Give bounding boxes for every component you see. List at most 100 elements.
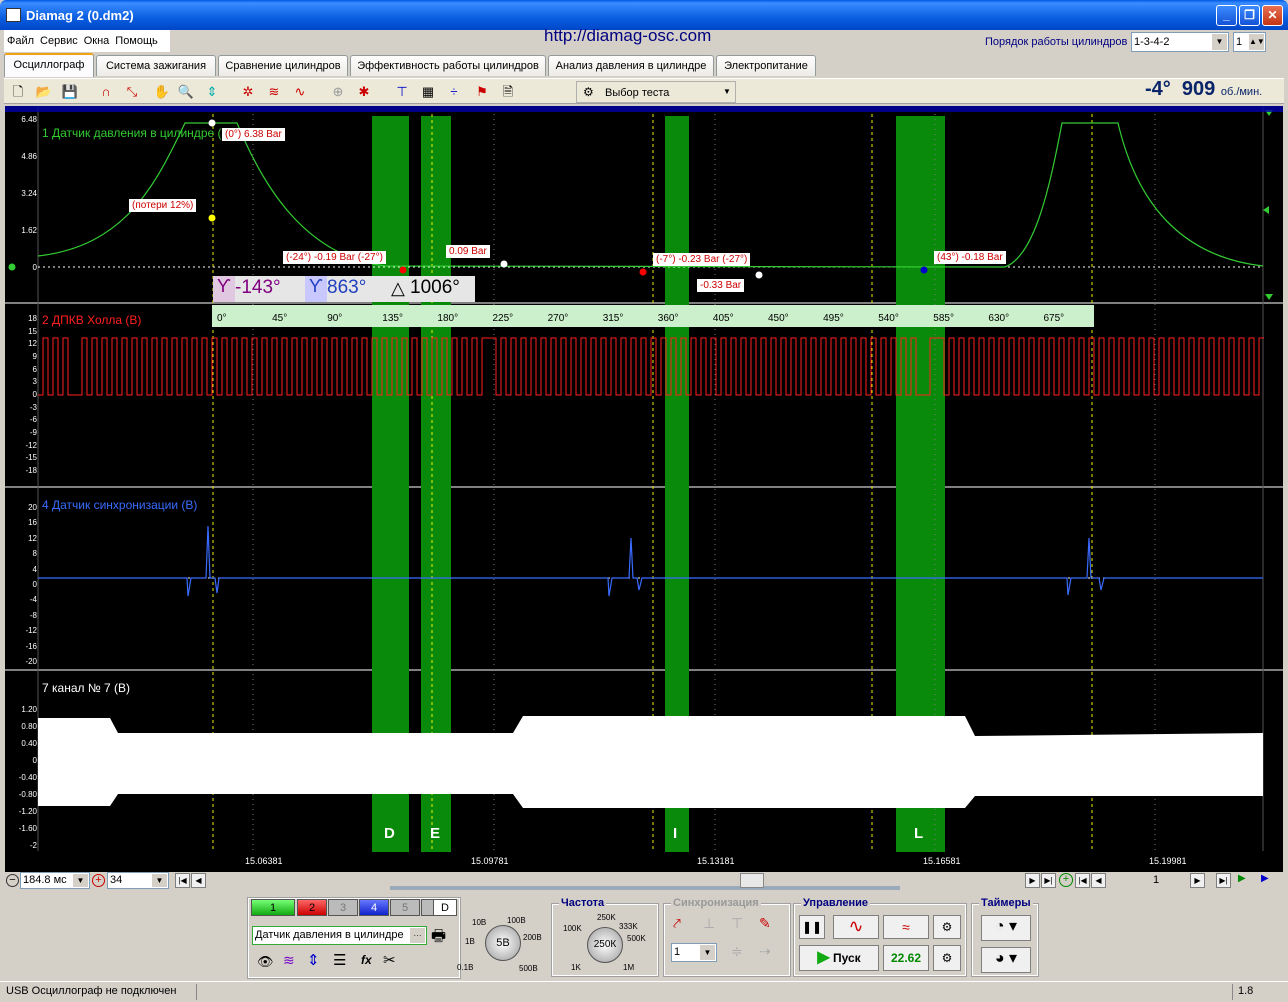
angle-tick-label: 720° — [1099, 313, 1120, 324]
add-page-icon[interactable]: + — [1059, 873, 1073, 887]
count-select[interactable]: 34 ▼ — [107, 872, 169, 889]
y-tick-label: -9 — [29, 428, 37, 437]
menu-windows[interactable]: Окна — [84, 35, 110, 47]
sync-step-up-icon[interactable]: ⊥ — [703, 915, 715, 932]
sync-level-icon[interactable]: ≑ — [731, 943, 743, 960]
tab-cylinder-compare[interactable]: Сравнение цилиндров — [218, 55, 348, 76]
oscilloscope-view[interactable]: 0° 45° 90° 135° 180° 225° 270° 315° 360° 405° 450°… — [5, 106, 1283, 872]
scroll-thumb[interactable] — [740, 873, 764, 888]
auto-icon[interactable]: ⊕ — [328, 82, 348, 102]
angle-value: -4° — [1145, 78, 1171, 100]
new-file-icon[interactable]: 🗋 — [8, 82, 28, 102]
prev-icon[interactable]: ◀ — [1091, 873, 1106, 888]
time-tick: 15.16581 — [923, 856, 961, 866]
timer-2-button[interactable]: ◕ ▾ — [981, 947, 1031, 973]
wave-icon[interactable]: ≋ — [264, 82, 284, 102]
first-page-icon[interactable]: |◀ — [1075, 873, 1090, 888]
sync-arrows-icon[interactable]: ⇢ — [759, 943, 771, 960]
channel-button-2[interactable]: 2 — [297, 899, 327, 916]
last-page-icon[interactable]: ▶| — [1041, 873, 1056, 888]
grid-icon[interactable]: ▦ — [418, 82, 438, 102]
vertical-scale-icon[interactable]: ⇕ — [307, 951, 320, 969]
channel-7-title[interactable]: 7 канал № 7 (В) — [42, 681, 130, 695]
scale-x-icon[interactable]: ✲ — [238, 82, 258, 102]
sine-wave-button[interactable]: ∿ — [833, 915, 879, 939]
voltage-tick: 500В — [519, 964, 538, 973]
sync-auto-icon[interactable]: ✎ — [759, 915, 771, 932]
play-fast-icon[interactable]: ▶ — [1261, 873, 1276, 888]
y-tick-label: 3.24 — [21, 189, 37, 198]
channel-button-1[interactable]: 1 — [251, 899, 295, 916]
test-select-label: Выбор теста — [605, 87, 670, 99]
voltage-knob-dial[interactable]: 5В — [485, 925, 521, 961]
next-icon[interactable]: ▶ — [1190, 873, 1205, 888]
pause-button[interactable]: ❚❚ — [799, 915, 825, 939]
zoom-out-icon[interactable]: − — [6, 874, 19, 887]
tab-ignition[interactable]: Система зажигания — [96, 55, 216, 76]
start-button[interactable]: ▶ Пуск — [799, 945, 879, 971]
angle-tick-label: 0° — [217, 313, 227, 324]
voltage-knob[interactable]: 5В 10В 100В 1В 200В 0.1В 500В — [455, 910, 545, 980]
cursor-mode-icon[interactable]: ∩ — [96, 82, 116, 102]
channel-name-select[interactable]: Датчик давления в цилиндре ··· — [252, 926, 427, 945]
menu-service[interactable]: Сервис — [40, 35, 78, 47]
zoom-in-icon[interactable]: + — [92, 874, 105, 887]
function-icon[interactable]: fx — [361, 953, 372, 967]
overlay-icon[interactable]: ∿ — [290, 82, 310, 102]
maximize-button[interactable]: ❐ — [1239, 5, 1260, 26]
tab-oscilloscope[interactable]: Осциллограф — [4, 53, 94, 77]
sync-channel-select[interactable]: 1 ▼ — [671, 943, 717, 962]
flag-icon[interactable]: ⚑ — [472, 82, 492, 102]
test-select[interactable]: ⚙ Выбор теста ▼ — [576, 81, 736, 103]
zoom-icon[interactable]: 🔍 — [176, 82, 196, 102]
angle-tick-label: 135° — [382, 313, 403, 324]
split-icon[interactable]: ÷ — [444, 82, 464, 102]
auto-run-button[interactable]: ⚙ — [933, 945, 961, 971]
tab-pressure-analysis[interactable]: Анализ давления в цилиндре — [548, 55, 714, 76]
channel-button-3[interactable]: 3 — [328, 899, 358, 916]
y-tick-label: -15 — [25, 453, 37, 463]
channel-button-d[interactable]: D — [433, 899, 457, 916]
sync-rise-icon[interactable]: ⤤ — [673, 915, 681, 932]
fit-icon[interactable]: ⇕ — [202, 82, 222, 102]
frequency-knob[interactable]: 250К — [587, 927, 623, 963]
website-link[interactable]: http://diamag-osc.com — [544, 26, 711, 46]
measure-value[interactable]: 22.62 — [883, 945, 929, 971]
auto-button[interactable]: ⚙ — [933, 915, 961, 939]
tab-power-supply[interactable]: Электропитание — [716, 55, 816, 76]
marker-mode-icon[interactable]: ⤡ — [122, 82, 142, 102]
probe-icon[interactable]: 🖶 — [431, 925, 446, 952]
menu-help[interactable]: Помощь — [115, 35, 158, 47]
channel-1-title[interactable]: 1 Датчик давления в цилиндре (Bar) — [42, 126, 244, 140]
channel-2-title[interactable]: 2 ДПКВ Холла (В) — [42, 313, 141, 327]
tools-icon[interactable]: ✂ — [383, 951, 396, 969]
cylinder-stepper[interactable]: 1 ▲▼ — [1233, 32, 1266, 52]
hand-pan-icon[interactable]: ✋ — [152, 82, 172, 102]
channel-button-5[interactable]: 5 — [390, 899, 420, 916]
menu-file[interactable]: Файл — [7, 35, 34, 47]
zero-icon[interactable]: ✱ — [354, 82, 374, 102]
sync-step-down-icon[interactable]: ⊤ — [731, 915, 743, 932]
timebase-select[interactable]: 184.8 мс ▼ — [20, 872, 90, 889]
notes-icon[interactable]: 🗎 — [498, 82, 518, 102]
save-icon[interactable]: 💾 — [60, 82, 80, 102]
lines-icon[interactable]: ☰ — [333, 951, 346, 969]
play-icon[interactable]: ▶ — [1238, 873, 1253, 888]
wave-settings-icon[interactable]: ≋ — [283, 952, 295, 969]
freq-tick: 1K — [571, 963, 581, 972]
last-page-icon[interactable]: ▶| — [1216, 873, 1231, 888]
timer-1-button[interactable]: ◔ ▾ — [981, 915, 1031, 941]
next-icon[interactable]: ▶ — [1025, 873, 1040, 888]
minimize-button[interactable]: _ — [1216, 5, 1237, 26]
open-folder-icon[interactable]: 📂 — [34, 82, 54, 102]
eye-icon[interactable]: 👁 — [257, 954, 274, 970]
noise-wave-button[interactable]: ≈ — [883, 915, 929, 939]
prev-icon[interactable]: ◀ — [191, 873, 206, 888]
first-page-icon[interactable]: |◀ — [175, 873, 190, 888]
tab-cylinder-efficiency[interactable]: Эффективность работы цилиндров — [350, 55, 546, 76]
channel-button-4[interactable]: 4 — [359, 899, 389, 916]
channel-4-title[interactable]: 4 Датчик синхронизации (В) — [42, 498, 197, 512]
filter-icon[interactable]: ⊤ — [392, 82, 412, 102]
close-button[interactable]: ✕ — [1262, 5, 1283, 26]
firing-order-select[interactable]: 1-3-4-2 ▼ — [1131, 32, 1229, 52]
